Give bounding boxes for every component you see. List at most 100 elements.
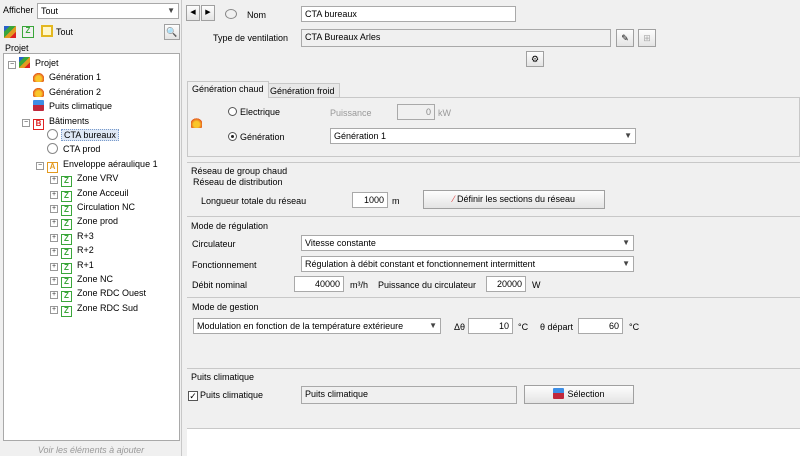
tree-item[interactable]: + Z Zone VRV <box>50 171 120 188</box>
project-icon <box>19 57 30 68</box>
footer-hint: Voir les éléments à ajouter <box>37 445 145 455</box>
tree-item-label: Zone NC <box>77 274 114 284</box>
gestion-mode-value: Modulation en fonction de la température… <box>197 321 404 331</box>
puissance-circulateur-field[interactable]: 20000 <box>486 276 526 292</box>
selection-button[interactable]: Sélection <box>524 385 634 404</box>
tree-item[interactable]: CTA prod <box>36 142 102 156</box>
expand-icon[interactable]: + <box>50 305 58 314</box>
expand-icon[interactable]: + <box>50 248 58 257</box>
tab-content: Electrique Puissance 0 kW Génération Gén… <box>187 97 800 157</box>
gestion-mode-select[interactable]: Modulation en fonction de la température… <box>193 318 441 334</box>
tree-item[interactable]: + Z Zone RDC Ouest <box>50 286 148 303</box>
debit-field[interactable]: 40000 <box>294 276 344 292</box>
circulateur-label: Circulateur <box>192 239 236 249</box>
divider <box>187 368 800 369</box>
expand-icon[interactable]: + <box>50 190 58 199</box>
circulateur-select[interactable]: Vitesse constante ▼ <box>301 235 634 251</box>
theta-depart-field[interactable]: 60 <box>578 318 623 334</box>
tree-item-label: Génération 1 <box>49 72 102 83</box>
tree-item-label: R+2 <box>77 245 94 256</box>
tree-item[interactable]: − B Bâtiments <box>22 114 91 130</box>
tree-item-label: R+3 <box>77 230 94 241</box>
electrique-label: Electrique <box>240 107 281 117</box>
fan-icon <box>47 129 58 140</box>
edit-button[interactable]: ✎ <box>616 29 634 47</box>
tree-item-label: Enveloppe aéraulique 1 <box>63 158 158 169</box>
expand-icon[interactable]: + <box>50 291 58 300</box>
arrow-left-icon: ◀ <box>190 9 196 16</box>
tree-item[interactable]: + Z Zone NC <box>50 272 115 288</box>
filter-zone-icon[interactable]: Z <box>22 26 34 38</box>
longueur-unit: m <box>392 196 400 206</box>
divider <box>187 297 800 298</box>
filter-tout-label: Tout <box>56 27 74 37</box>
fonctionnement-select[interactable]: Régulation à débit constant et fonctionn… <box>301 256 634 272</box>
divider <box>187 216 800 217</box>
tree-item-label: Génération 2 <box>49 86 102 97</box>
tree-item[interactable]: + Z R+3 <box>50 229 96 245</box>
expand-icon[interactable]: + <box>50 262 58 271</box>
tree-item[interactable]: Génération 1 <box>22 70 103 84</box>
expand-icon[interactable]: + <box>50 219 58 228</box>
fonctionnement-value: Régulation à débit constant et fonctionn… <box>305 259 536 269</box>
generation-value: Génération 1 <box>334 131 387 141</box>
generation-radio[interactable]: Génération <box>228 132 285 142</box>
tree-item[interactable]: + Z R+2 <box>50 243 96 260</box>
tree-item[interactable]: + Z R+1 <box>50 258 96 274</box>
tools-button[interactable]: ⚙ <box>526 51 544 67</box>
flame-icon <box>33 71 44 83</box>
prev-button[interactable]: ◀ <box>186 5 200 21</box>
expand-icon[interactable]: + <box>50 205 58 213</box>
expand-icon[interactable]: + <box>50 277 58 285</box>
afficher-select[interactable]: Tout ▼ <box>37 3 179 19</box>
longueur-label: Longueur totale du réseau <box>201 196 307 206</box>
tree-item[interactable]: + Z Zone Acceuil <box>50 186 131 202</box>
search-icon: 🔍 <box>166 27 178 37</box>
tree-item-label: Projet <box>35 58 59 68</box>
collapse-icon[interactable]: − <box>22 118 30 127</box>
afficher-label: Afficher <box>3 5 34 15</box>
tree-item[interactable]: + Z Circulation NC <box>50 200 137 216</box>
checkbox-checked-icon: ✓ <box>188 391 198 401</box>
collapse-icon[interactable]: − <box>36 161 44 170</box>
filter-multi-icon[interactable] <box>4 26 16 38</box>
filter-tout[interactable]: Tout <box>41 25 73 37</box>
tree-item[interactable]: Génération 2 <box>22 85 103 99</box>
fan-icon <box>225 9 237 19</box>
collapse-icon[interactable]: − <box>8 61 16 69</box>
add-type-button[interactable]: ⊞ <box>638 29 656 47</box>
tree-item[interactable]: + Z Zone RDC Sud <box>50 301 140 317</box>
theta-depart-label: θ départ <box>540 322 574 332</box>
tree-item[interactable]: CTA bureaux <box>36 128 119 142</box>
fonctionnement-label: Fonctionnement <box>192 260 257 270</box>
next-button[interactable]: ▶ <box>201 5 215 21</box>
puits-checkbox[interactable]: ✓ Puits climatique <box>188 390 263 401</box>
chevron-down-icon: ▼ <box>622 238 630 247</box>
electrique-radio[interactable]: Electrique <box>228 107 280 117</box>
tree-item[interactable]: − Projet <box>8 56 61 70</box>
tree-item[interactable]: Puits climatique <box>22 99 114 113</box>
tree-item[interactable]: − A Enveloppe aéraulique 1 <box>36 157 160 173</box>
fan-icon <box>47 143 58 155</box>
longueur-field[interactable]: 1000 <box>352 192 388 208</box>
tree-item[interactable]: + Z Zone prod <box>50 214 120 231</box>
delta-theta-field[interactable]: 10 <box>468 318 513 334</box>
tools-icon: ⚙ <box>530 54 540 64</box>
definir-sections-button[interactable]: ⁄ Définir les sections du réseau <box>423 190 605 209</box>
expand-icon[interactable]: + <box>50 176 58 185</box>
delta-theta-unit: °C <box>518 322 529 332</box>
reseau-title: Réseau de group chaud <box>191 166 288 176</box>
expand-icon[interactable]: + <box>50 233 58 242</box>
puits-title: Puits climatique <box>191 372 255 382</box>
chevron-down-icon: ▼ <box>624 131 632 140</box>
tree-item-label: Zone prod <box>77 216 119 227</box>
theta-depart-unit: °C <box>629 322 640 332</box>
pencil-icon: ✎ <box>621 33 629 43</box>
project-tree[interactable]: − Projet Génération 1 Génération 2 Puits cli… <box>3 53 180 441</box>
tree-item-label: Circulation NC <box>77 202 136 212</box>
search-button[interactable]: 🔍 <box>164 24 180 40</box>
tab-generation-chaud[interactable]: Génération chaud <box>187 81 269 98</box>
nom-field[interactable]: CTA bureaux <box>301 6 516 22</box>
generation-select[interactable]: Génération 1 ▼ <box>330 128 636 144</box>
tab-generation-froid[interactable]: Génération froid <box>265 83 340 98</box>
